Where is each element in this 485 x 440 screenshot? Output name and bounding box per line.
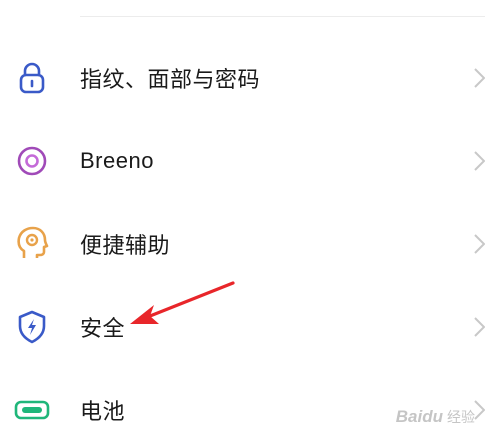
- chevron-right-icon: [473, 146, 485, 176]
- settings-item-label: Breeno: [80, 148, 154, 173]
- annotation-arrow: [130, 281, 235, 324]
- watermark-brand: Baidu: [395, 407, 443, 426]
- breeno-ring-icon: [14, 143, 50, 179]
- watermark: Baidu 经验: [396, 407, 475, 427]
- settings-item-security[interactable]: 安全: [0, 297, 485, 357]
- accessibility-head-icon: [14, 226, 50, 262]
- settings-item-label: 指纹、面部与密码: [80, 67, 261, 92]
- settings-item-password[interactable]: 指纹、面部与密码: [0, 48, 485, 108]
- lock-icon: [14, 60, 50, 96]
- chevron-right-icon: [473, 63, 485, 93]
- settings-item-label: 便捷辅助: [80, 233, 171, 258]
- shield-bolt-icon: [14, 309, 50, 345]
- chevron-right-icon: [473, 312, 485, 342]
- settings-item-accessibility[interactable]: 便捷辅助: [0, 214, 485, 274]
- settings-item-label: 电池: [80, 399, 126, 424]
- settings-item-label: 安全: [80, 316, 126, 341]
- settings-list: 指纹、面部与密码 Breeno 便捷辅助 安全 电池: [0, 0, 485, 437]
- watermark-sub: 经验: [447, 409, 475, 425]
- settings-item-breeno[interactable]: Breeno: [0, 131, 485, 191]
- chevron-right-icon: [473, 229, 485, 259]
- battery-icon: [14, 392, 50, 428]
